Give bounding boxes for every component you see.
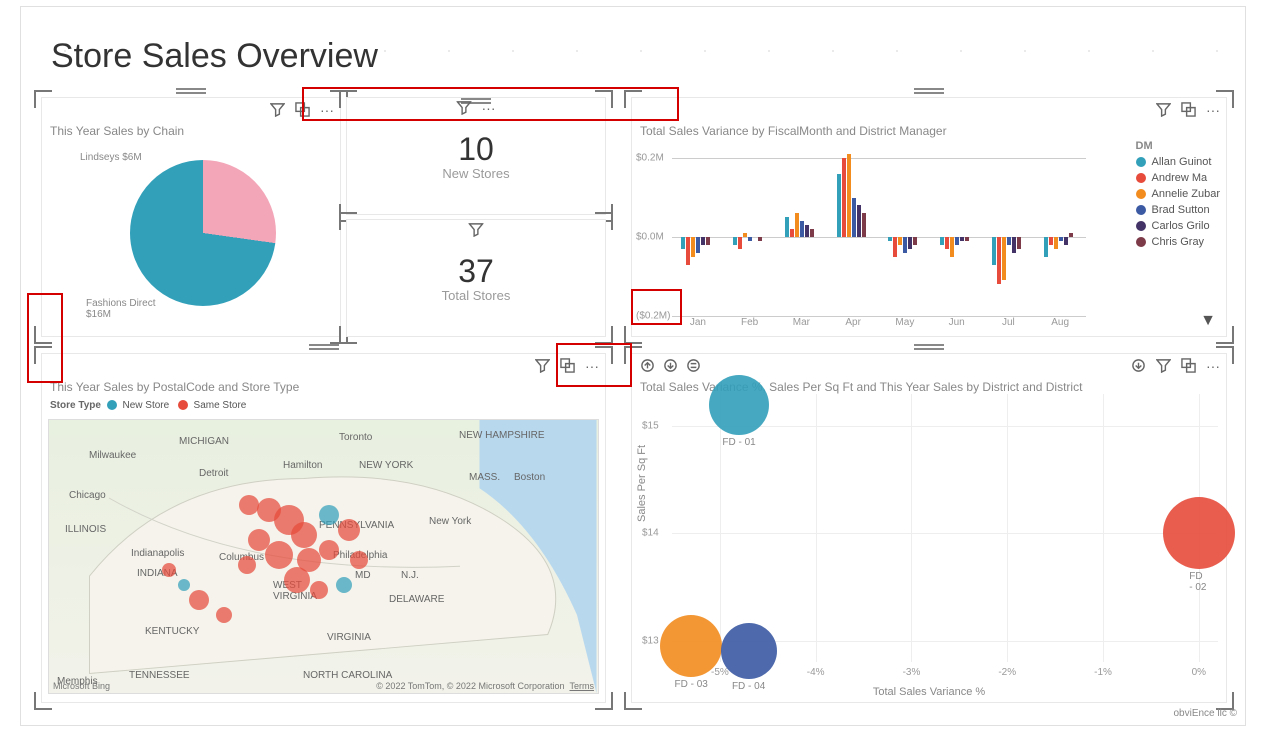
visual-card-totalstores[interactable]: 37 Total Stores (346, 219, 606, 337)
drag-grip[interactable] (914, 88, 944, 94)
highlight-box (631, 289, 682, 325)
drag-grip[interactable] (309, 344, 339, 350)
card-value: 37 (347, 253, 605, 290)
attribution: obviEnce llc © (1173, 708, 1237, 719)
visual-title: Total Sales Variance %, Sales Per Sq Ft … (640, 380, 1082, 394)
next-level-icon[interactable] (1131, 358, 1146, 376)
card-value: 10 (347, 131, 605, 168)
pie-label-fashions: Fashions Direct$16M (86, 298, 155, 320)
visual-pie[interactable]: ··· This Year Sales by Chain Lindseys $6… (41, 97, 341, 337)
visual-title: This Year Sales by Chain (50, 124, 184, 138)
x-axis-label: Total Sales Variance % (873, 686, 985, 698)
focus-icon[interactable] (1181, 358, 1196, 376)
more-icon[interactable]: ··· (1206, 102, 1220, 120)
pie-label-lindseys: Lindseys $6M (80, 152, 142, 163)
visual-scatter[interactable]: ··· Total Sales Variance %, Sales Per Sq… (631, 353, 1227, 703)
filter-icon[interactable] (535, 358, 550, 376)
filter-icon[interactable] (1156, 102, 1171, 120)
filter-icon[interactable] (270, 102, 285, 120)
resize-handle[interactable] (595, 692, 613, 710)
y-axis-label: Sales Per Sq Ft (636, 445, 648, 522)
legend-title: DM (1136, 140, 1221, 152)
map-credits-right: © 2022 TomTom, © 2022 Microsoft Corporat… (376, 681, 594, 691)
visual-variance[interactable]: ··· Total Sales Variance by FiscalMonth … (631, 97, 1227, 337)
card-label: Total Stores (347, 288, 605, 303)
page-title: Store Sales Overview (51, 37, 378, 76)
visual-title: Total Sales Variance by FiscalMonth and … (640, 124, 947, 138)
visual-title: This Year Sales by PostalCode and Store … (50, 380, 299, 394)
drill-down-icon[interactable] (663, 358, 678, 378)
scroll-down-icon[interactable]: ▼ (1200, 312, 1216, 330)
map-legend: Store Type New Store Same Store (50, 400, 246, 411)
report-canvas[interactable]: Store Sales Overview ··· This Year Sales… (20, 6, 1246, 726)
highlight-box (27, 293, 63, 383)
scatter-chart-area: -5%-4%-3%-2%-1%0%$13$14$15FD - 01FD - 02… (672, 394, 1218, 662)
terms-link[interactable]: Terms (570, 681, 595, 691)
bar-chart-area: $0.2M$0.0M($0.2M)JanFebMarAprMayJunJulAu… (672, 158, 1086, 316)
resize-handle[interactable] (624, 692, 642, 710)
drag-grip[interactable] (914, 344, 944, 350)
resize-handle[interactable] (624, 326, 642, 344)
card-label: New Stores (347, 166, 605, 181)
drag-grip[interactable] (176, 88, 206, 94)
legend: DM Allan GuinotAndrew MaAnnelie ZubarBra… (1136, 140, 1221, 252)
focus-icon[interactable] (1181, 102, 1196, 120)
map-area[interactable]: Chicago Milwaukee MICHIGAN Detroit Hamil… (48, 419, 599, 694)
highlight-box (302, 87, 679, 121)
resize-handle[interactable] (34, 90, 52, 108)
expand-icon[interactable] (686, 358, 701, 378)
more-icon[interactable]: ··· (1206, 358, 1220, 376)
pie-chart (128, 158, 278, 308)
highlight-box (556, 343, 632, 387)
visual-map[interactable]: ··· This Year Sales by PostalCode and St… (41, 353, 606, 703)
map-credits-left: Microsoft Bing (53, 681, 110, 691)
resize-handle[interactable] (1216, 326, 1234, 344)
drill-up-icon[interactable] (640, 358, 655, 378)
resize-handle[interactable] (34, 692, 52, 710)
filter-icon[interactable] (1156, 358, 1171, 376)
